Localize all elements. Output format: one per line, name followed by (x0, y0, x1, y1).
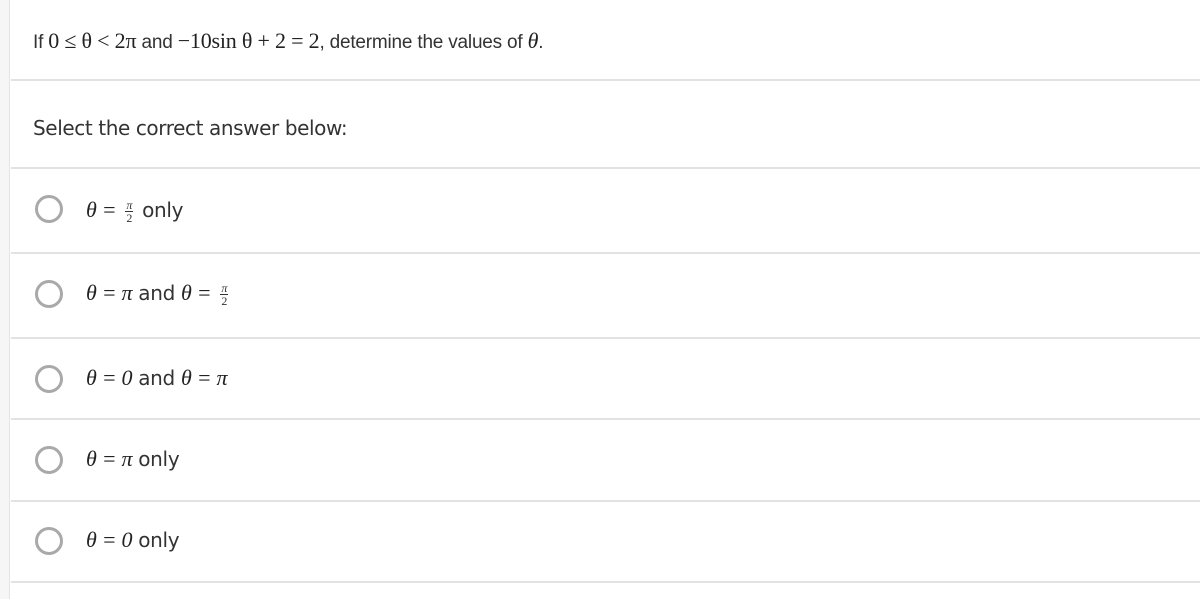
option-math: θ = 0 (86, 527, 133, 552)
left-sidebar-strip (0, 0, 10, 599)
answer-option-4[interactable]: θ = π only (11, 420, 1200, 504)
fraction: π2 (220, 280, 229, 308)
radio-button[interactable] (35, 365, 63, 393)
option-text: and (138, 366, 175, 390)
radio-button[interactable] (35, 527, 63, 555)
question-and: and (141, 32, 173, 53)
fraction-denominator: 2 (221, 293, 228, 308)
radio-button[interactable] (35, 446, 63, 474)
answer-option-5[interactable]: θ = 0 only (11, 502, 1200, 586)
fraction: π2 (125, 197, 134, 225)
option-text: only (138, 447, 180, 471)
radio-button[interactable] (35, 195, 63, 223)
option-math: θ = π (181, 365, 228, 390)
answer-option-2[interactable]: θ = π and θ = π2 (11, 254, 1200, 338)
option-math: θ = π (86, 446, 133, 471)
option-text: only (142, 198, 184, 222)
option-label: θ = π only (86, 446, 180, 472)
option-math: θ = (181, 280, 212, 305)
question-math-theta: θ (527, 28, 539, 53)
option-label: θ = 0 and θ = π (86, 365, 228, 391)
question-math-equation: −10sin θ + 2 = 2 (177, 28, 320, 53)
divider (11, 581, 1200, 583)
fraction-numerator: π (125, 197, 134, 212)
question-math-domain: 0 ≤ θ < 2π (48, 28, 137, 53)
option-label: θ = π2 only (86, 197, 184, 225)
fraction-denominator: 2 (126, 210, 133, 225)
fraction-numerator: π (220, 280, 229, 295)
option-label: θ = π and θ = π2 (86, 280, 231, 307)
divider (11, 79, 1200, 81)
question-suffix: , determine the values of (319, 32, 523, 53)
option-label: θ = 0 only (86, 527, 180, 553)
question-end: . (538, 32, 544, 53)
option-math: θ = 0 (86, 365, 133, 390)
option-text: only (138, 528, 180, 552)
answer-prompt: Select the correct answer below: (33, 116, 348, 140)
question-text: If 0 ≤ θ < 2π and −10sin θ + 2 = 2, dete… (33, 28, 544, 54)
answer-option-3[interactable]: θ = 0 and θ = π (11, 339, 1200, 423)
option-math: θ = (86, 197, 117, 222)
radio-button[interactable] (35, 280, 63, 308)
option-math: θ = π (86, 280, 133, 305)
answer-option-1[interactable]: θ = π2 only (11, 169, 1200, 253)
option-text: and (138, 281, 175, 305)
question-prefix: If (33, 32, 44, 53)
